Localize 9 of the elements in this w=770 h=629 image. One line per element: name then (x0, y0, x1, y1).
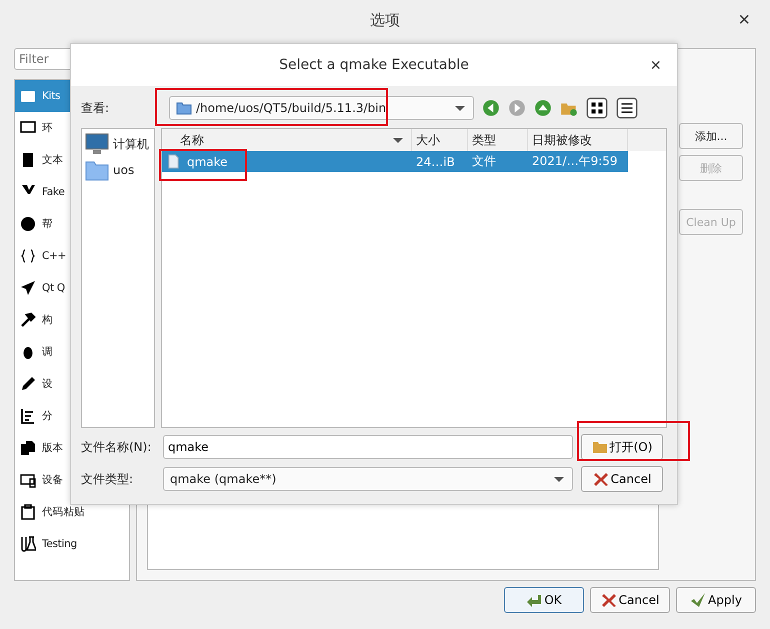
file-date: 2021/…午9:59 (531, 153, 619, 170)
file-size: 24…iB (415, 154, 456, 168)
dialog-title: Select a qmake Executable (279, 57, 469, 73)
file-type-label: 文件类型: (81, 470, 134, 488)
window-title: 选项 (370, 10, 400, 30)
file-type: 文件 (471, 153, 497, 170)
look-in-label: 查看: (81, 100, 110, 116)
file-name: qmake (187, 154, 228, 168)
file-name-label: 文件名称(N): (81, 438, 152, 456)
